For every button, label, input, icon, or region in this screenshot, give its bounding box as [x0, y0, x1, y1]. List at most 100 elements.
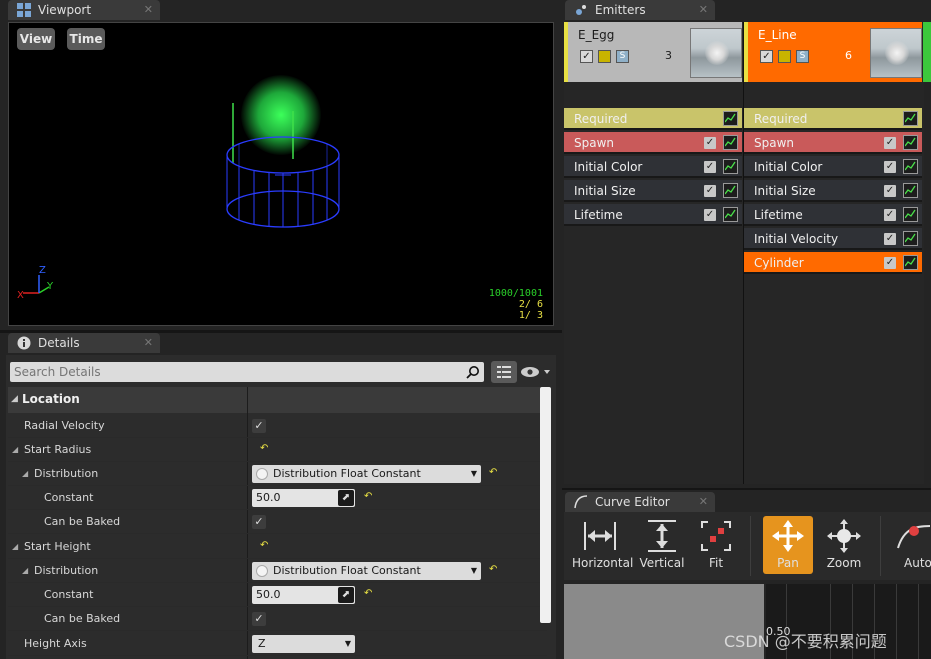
graph-icon[interactable]	[903, 183, 918, 198]
row-can-be-baked-2: Can be Baked ✓	[8, 607, 547, 631]
viewport-canvas[interactable]: View Time X Z Y 1000/1001 2/ 6 1/ 3	[8, 22, 554, 326]
module-spawn[interactable]: Spawn ✓	[564, 132, 742, 154]
graph-icon[interactable]	[903, 231, 918, 246]
module-initial-color[interactable]: Initial Color ✓	[564, 156, 742, 178]
module-initial-velocity[interactable]: Initial Velocity ✓	[744, 228, 922, 250]
graph-icon[interactable]	[903, 207, 918, 222]
radial-velocity-checkbox[interactable]: ✓	[252, 419, 266, 433]
toolbar-divider	[880, 516, 881, 576]
module-lifetime[interactable]: Lifetime ✓	[744, 204, 922, 226]
module-label: Initial Velocity	[754, 232, 839, 246]
reset-to-default-icon[interactable]: ↶	[364, 491, 372, 502]
height-axis-select[interactable]: Z ▼	[252, 635, 355, 653]
expand-arrow-icon[interactable]: ◢	[12, 535, 18, 559]
reset-to-default-icon[interactable]: ↶	[364, 588, 372, 599]
graph-icon[interactable]	[903, 255, 918, 270]
grid-line	[896, 584, 897, 659]
module-label: Initial Size	[574, 184, 636, 198]
module-required[interactable]: Required	[744, 108, 922, 130]
search-icon[interactable]	[466, 365, 480, 379]
module-enable-checkbox[interactable]: ✓	[704, 185, 716, 197]
can-be-baked-checkbox[interactable]: ✓	[252, 612, 266, 626]
can-be-baked-checkbox[interactable]: ✓	[252, 515, 266, 529]
cylinder-wireframe	[226, 103, 340, 228]
tab-emitters[interactable]: Emitters ✕	[565, 0, 715, 20]
solo-toggle[interactable]	[778, 50, 791, 63]
close-icon[interactable]: ✕	[144, 333, 153, 353]
module-enable-checkbox[interactable]: ✓	[704, 209, 716, 221]
fit-button[interactable]: Fit	[688, 516, 744, 574]
auto-tangent-icon	[897, 525, 931, 549]
reset-to-default-icon[interactable]: ↶	[489, 564, 497, 575]
emitter-header-egg[interactable]: E_Egg ✓ S 3	[564, 22, 742, 82]
module-lifetime[interactable]: Lifetime ✓	[564, 204, 742, 226]
module-spawn[interactable]: Spawn ✓	[744, 132, 922, 154]
module-enable-checkbox[interactable]: ✓	[704, 137, 716, 149]
horizontal-fit-button[interactable]: Horizontal	[572, 516, 633, 574]
module-initial-size[interactable]: Initial Size ✓	[564, 180, 742, 202]
property-label: Can be Baked	[44, 515, 121, 528]
graph-icon[interactable]	[903, 111, 918, 126]
emitter-header-line[interactable]: E_Line ✓ S 6	[744, 22, 922, 82]
zoom-button[interactable]: Zoom	[816, 516, 872, 574]
expand-icon[interactable]: ⬈	[338, 587, 354, 603]
details-scrollbar[interactable]	[540, 387, 551, 623]
enable-checkbox[interactable]: ✓	[580, 50, 593, 63]
tab-details[interactable]: Details ✕	[8, 333, 160, 353]
constant-field[interactable]: 50.0 ⬈	[252, 586, 355, 604]
module-required[interactable]: Required	[564, 108, 742, 130]
reset-to-default-icon[interactable]: ↶	[260, 443, 268, 454]
pan-button[interactable]: Pan	[763, 516, 813, 574]
category-location[interactable]: ◢ Location	[8, 387, 547, 413]
auto-button[interactable]: Auto	[890, 516, 931, 574]
svg-text:X: X	[17, 290, 24, 301]
property-label: Height Axis	[24, 637, 87, 650]
reset-to-default-icon[interactable]: ↶	[260, 540, 268, 551]
enable-checkbox[interactable]: ✓	[760, 50, 773, 63]
reset-to-default-icon[interactable]: ↶	[489, 467, 497, 478]
time-button[interactable]: Time	[67, 28, 105, 50]
module-label: Initial Color	[754, 160, 823, 174]
view-button[interactable]: View	[17, 28, 55, 50]
graph-icon[interactable]	[723, 183, 738, 198]
distribution-select[interactable]: Distribution Float Constant ▼	[252, 465, 481, 483]
tab-details-label: Details	[38, 336, 80, 350]
solo-toggle[interactable]	[598, 50, 611, 63]
mode-badge[interactable]: S	[796, 50, 809, 63]
tab-viewport[interactable]: Viewport ✕	[8, 0, 160, 20]
graph-icon[interactable]	[903, 159, 918, 174]
graph-icon[interactable]	[903, 135, 918, 150]
module-enable-checkbox[interactable]: ✓	[884, 185, 896, 197]
module-enable-checkbox[interactable]: ✓	[884, 209, 896, 221]
close-icon[interactable]: ✕	[699, 492, 708, 512]
close-icon[interactable]: ✕	[144, 0, 153, 20]
module-enable-checkbox[interactable]: ✓	[884, 233, 896, 245]
row-radial-velocity: Radial Velocity ✓	[8, 414, 547, 438]
tab-curve-editor[interactable]: Curve Editor ✕	[565, 492, 715, 512]
constant-field[interactable]: 50.0 ⬈	[252, 489, 355, 507]
emitter-thumbnail	[690, 28, 742, 78]
graph-icon[interactable]	[723, 207, 738, 222]
graph-icon[interactable]	[723, 159, 738, 174]
property-matrix-button[interactable]	[491, 361, 517, 383]
module-initial-size[interactable]: Initial Size ✓	[744, 180, 922, 202]
vertical-fit-button[interactable]: Vertical	[634, 516, 690, 574]
module-initial-color[interactable]: Initial Color ✓	[744, 156, 922, 178]
expand-arrow-icon[interactable]: ◢	[22, 462, 28, 486]
module-enable-checkbox[interactable]: ✓	[704, 161, 716, 173]
graph-icon[interactable]	[723, 111, 738, 126]
module-cylinder[interactable]: Cylinder ✓	[744, 252, 922, 274]
module-label: Spawn	[574, 136, 615, 150]
module-enable-checkbox[interactable]: ✓	[884, 161, 896, 173]
search-input[interactable]	[10, 362, 484, 382]
expand-arrow-icon[interactable]: ◢	[12, 438, 18, 462]
module-enable-checkbox[interactable]: ✓	[884, 257, 896, 269]
mode-badge[interactable]: S	[616, 50, 629, 63]
distribution-select[interactable]: Distribution Float Constant ▼	[252, 562, 481, 580]
module-enable-checkbox[interactable]: ✓	[884, 137, 896, 149]
eye-icon[interactable]	[520, 365, 552, 379]
close-icon[interactable]: ✕	[699, 0, 708, 20]
graph-icon[interactable]	[723, 135, 738, 150]
expand-icon[interactable]: ⬈	[338, 490, 354, 506]
expand-arrow-icon[interactable]: ◢	[22, 559, 28, 583]
